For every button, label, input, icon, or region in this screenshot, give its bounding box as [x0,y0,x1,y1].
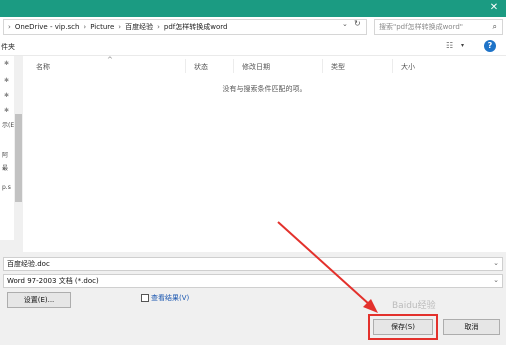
view-options-icon[interactable]: ☷ [446,41,453,50]
column-header-name[interactable]: 名称 [36,62,50,72]
toolbar: 件夹 ☷ ▾ ? [0,38,506,56]
search-input[interactable] [375,23,483,31]
breadcrumb-pdf-to-word[interactable]: pdf怎样转换成word [164,22,228,32]
nav-item[interactable]: 阿 [2,150,8,159]
column-divider[interactable] [322,59,323,73]
chevron-down-icon[interactable]: ⌄ [493,276,499,284]
view-results-checkbox[interactable] [141,294,149,302]
help-icon[interactable]: ? [484,40,496,52]
column-divider[interactable] [392,59,393,73]
column-header-status[interactable]: 状态 [194,62,208,72]
address-dropdown-icon[interactable]: ⌄ [342,20,348,28]
title-bar: ✕ [0,0,506,17]
nav-scrollbar[interactable]: ⌄ [14,56,23,252]
pin-icon[interactable]: ✱ [4,92,9,99]
pin-icon[interactable]: ✱ [4,77,9,84]
breadcrumb-onedrive[interactable]: OneDrive - vip.sch [15,23,80,31]
address-bar: › OneDrive - vip.sch › Picture › 百度经验 › … [0,17,506,37]
nav-item[interactable]: 最 [2,163,8,172]
view-results-option[interactable]: 查看结果(V) [141,293,189,303]
nav-item[interactable]: 示(E [2,120,14,129]
sort-ascending-icon: ^ [107,56,113,64]
pin-icon[interactable]: ✱ [4,107,9,114]
watermark-logo: Baidu经验 [392,301,436,311]
breadcrumb-baidu-jingyan[interactable]: 百度经验 [125,22,153,32]
column-divider[interactable] [233,59,234,73]
column-header-modified[interactable]: 修改日期 [242,62,270,72]
chevron-right-icon: › [83,23,87,31]
nav-item[interactable]: p.s [2,184,11,191]
close-icon[interactable]: ✕ [488,1,500,15]
chevron-down-icon[interactable]: ⌄ [493,259,499,267]
save-button[interactable]: 保存(S) [373,319,433,335]
empty-results-message: 没有与搜索条件匹配的项。 [222,85,307,93]
breadcrumb[interactable]: › OneDrive - vip.sch › Picture › 百度经验 › … [3,19,367,35]
file-type-select[interactable]: Word 97-2003 文档 (*.doc) ⌄ [3,274,503,288]
new-folder-button[interactable]: 件夹 [1,42,15,52]
column-divider[interactable] [185,59,186,73]
file-list: 名称 ^ 状态 修改日期 类型 大小 没有与搜索条件匹配的项。 [23,56,506,252]
scroll-thumb[interactable] [15,114,22,202]
file-type-value: Word 97-2003 文档 (*.doc) [7,277,99,285]
chevron-right-icon: › [157,23,160,31]
filename-value: 百度经验.doc [7,260,50,268]
chevron-right-icon: › [8,23,11,31]
filename-field[interactable]: 百度经验.doc ⌄ [3,257,503,271]
view-dropdown-icon[interactable]: ▾ [461,42,464,49]
column-header-type[interactable]: 类型 [331,62,345,72]
tools-button[interactable]: 设置(E)... [7,292,71,308]
search-box: ⌕ [374,19,503,35]
navigation-pane: ✱ ✱ ✱ ✱ 示(E 阿 最 p.s [0,56,14,252]
horizontal-scrollbar[interactable] [0,240,23,252]
chevron-right-icon: › [118,23,122,31]
pin-icon[interactable]: ✱ [4,60,9,67]
refresh-icon[interactable]: ↻ [354,19,361,28]
breadcrumb-picture[interactable]: Picture [90,23,114,31]
search-icon[interactable]: ⌕ [493,22,497,32]
cancel-button[interactable]: 取消 [443,319,500,335]
column-header-size[interactable]: 大小 [401,62,415,72]
view-results-label[interactable]: 查看结果(V) [151,293,189,303]
